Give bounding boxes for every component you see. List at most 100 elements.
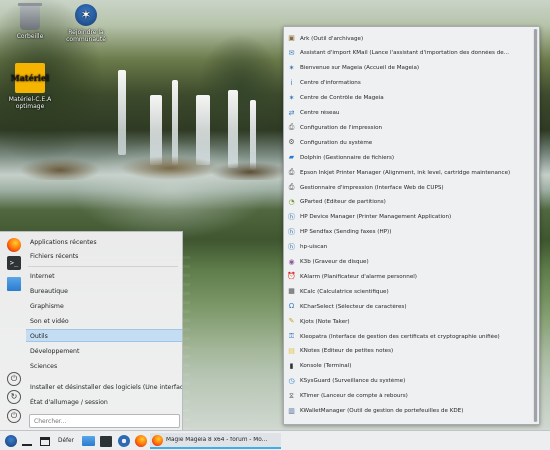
mageia-icon: ✶	[288, 63, 295, 72]
submenu-item-label: Bienvenue sur Mageia (Accueil de Mageia)	[300, 65, 420, 72]
submenu-item[interactable]: ✉ Assistant d'import KMail (Lance l'assis…	[284, 46, 532, 61]
submenu-item[interactable]: ⎙ Epson Inkjet Printer Manager (Alignment…	[284, 165, 532, 180]
timer-icon: ⧖	[289, 391, 294, 400]
show-desktop-icon	[22, 444, 32, 446]
submenu-item-label: Configuration de l'impression	[300, 124, 383, 131]
desktop-icon-label: Rejoindre la communauté	[66, 29, 106, 43]
terminal-icon[interactable]: >_	[7, 256, 21, 270]
submenu-item[interactable]: ⎙ Gestionnaire d'impression (Interface We…	[284, 180, 532, 195]
tool-icon: Matériel	[11, 63, 49, 93]
taskbar-settings-button[interactable]	[116, 434, 132, 448]
launcher-item-recent-apps[interactable]: Applications récentes	[30, 236, 182, 249]
submenu-item[interactable]: ⚿ Kleopatra (Interface de gestion des cer…	[284, 329, 532, 344]
submenu-item[interactable]: ✶ Centre de Contrôle de Mageia	[284, 91, 532, 106]
submenu-item[interactable]: ⓗ HP Sendfax (Sending faxes (HP))	[284, 225, 532, 240]
submenu-item-label: Kleopatra (Interface de gestion des cert…	[300, 333, 500, 340]
submenu-item-label: KWalletManager (Outil de gestion de port…	[300, 408, 464, 414]
submenu-item[interactable]: ◉ K3b (Graveur de disque)	[284, 255, 532, 270]
launcher-item-internet[interactable]: Internet	[30, 270, 182, 283]
firefox-icon	[135, 435, 147, 447]
pager-label[interactable]: Défer	[54, 434, 78, 448]
launcher-item-sciences[interactable]: Sciences	[30, 360, 182, 373]
calculator-icon: ▦	[288, 287, 295, 296]
cups-icon: ⎙	[288, 183, 295, 191]
submenu-item-label: Kjots (Note Taker)	[300, 318, 350, 325]
submenu-item-label: K3b (Graveur de disque)	[300, 259, 369, 265]
restart-icon[interactable]: ↻	[7, 390, 21, 404]
control-center-icon: ✶	[288, 93, 295, 102]
firefox-icon[interactable]	[7, 238, 21, 252]
folder-icon[interactable]	[7, 277, 21, 291]
submenu-item-label: Centre réseau	[300, 110, 340, 116]
submenu-item[interactable]: ▥ KWalletManager (Outil de gestion de por…	[284, 404, 532, 419]
tool-icon-text: Matériel	[10, 72, 50, 83]
gear-icon	[118, 435, 130, 447]
application-launcher: >_ ⏻ ↻ ⏻ Applications récentes Fichiers …	[0, 231, 183, 430]
launcher-item-install-software[interactable]: Installer et désinstaller des logiciels …	[30, 381, 182, 394]
logout-icon[interactable]: ⏻	[7, 372, 21, 386]
submenu-item[interactable]: ▣ Ark (Outil d'archivage)	[284, 31, 532, 46]
launcher-button[interactable]	[3, 434, 19, 448]
desktop-icon-community[interactable]: ✶ Rejoindre la communauté	[56, 4, 116, 43]
submenu-scrollbar-thumb[interactable]	[534, 29, 537, 422]
submenu-item-label: KTimer (Lanceur de compte à rebours)	[300, 393, 408, 400]
alarm-icon: ⏰	[287, 272, 296, 281]
submenu-item-label: Konsole (Terminal)	[300, 363, 352, 370]
dolphin-icon: ▰	[288, 153, 295, 162]
notes-icon: ✎	[288, 317, 295, 326]
submenu-item[interactable]: ▦ KCalc (Calculatrice scientifique)	[284, 284, 532, 299]
desktop-icon-trash[interactable]: Corbeille	[0, 3, 60, 40]
desktop-icon-label: Corbeille	[16, 33, 44, 40]
submenu-scrollbar[interactable]	[533, 29, 538, 422]
launcher-item-session[interactable]: État d'allumage / session	[30, 396, 182, 409]
submenu-item[interactable]: ⓗ HP Device Manager (Printer Management A…	[284, 210, 532, 225]
hp-icon: ⓗ	[288, 242, 295, 251]
submenu-item-label: Centre d'informations	[300, 80, 361, 87]
submenu-item[interactable]: ⇄ Centre réseau	[284, 106, 532, 121]
shutdown-icon[interactable]: ⏻	[7, 409, 21, 423]
launcher-item-recent-files[interactable]: Fichiers récents	[30, 250, 182, 263]
taskbar-konsole-button[interactable]	[98, 434, 114, 448]
submenu-item[interactable]: ◔ GParted (Éditeur de partitions)	[284, 195, 532, 210]
submenu-item[interactable]: ▮ Konsole (Terminal)	[284, 359, 532, 374]
submenu-item[interactable]: ▰ Dolphin (Gestionnaire de fichiers)	[284, 150, 532, 165]
launcher-item-graphics[interactable]: Graphisme	[30, 300, 182, 313]
submenu-item[interactable]: ▤ KNotes (Éditeur de petites notes)	[284, 344, 532, 359]
launcher-item-development[interactable]: Développement	[30, 345, 182, 358]
submenu-item[interactable]: ⏰ KAlarm (Planificateur d'alarme personne…	[284, 269, 532, 284]
info-icon: i	[290, 78, 293, 87]
submenu-item[interactable]: ✎ Kjots (Note Taker)	[284, 314, 532, 329]
mageia-menu-icon	[5, 435, 17, 447]
taskbar-firefox-button[interactable]	[133, 434, 149, 448]
launcher-item-sound-video[interactable]: Son et vidéo	[30, 315, 182, 328]
launcher-item-tools[interactable]: Outils	[26, 329, 182, 342]
submenu-item[interactable]: ✶ Bienvenue sur Mageia (Accueil de Mageia…	[284, 61, 532, 76]
desktop-icon-label: Matériel-C.E.A optimage	[8, 96, 52, 110]
network-icon: ⇄	[288, 108, 295, 117]
kleopatra-icon: ⚿	[288, 332, 295, 340]
submenu-item[interactable]: ⧖ KTimer (Lanceur de compte à rebours)	[284, 389, 532, 404]
firefox-icon	[152, 434, 163, 446]
submenu-item[interactable]: ⎙ Configuration de l'impression	[284, 120, 532, 135]
pager-button[interactable]	[38, 434, 52, 448]
submenu-item-label: HP Device Manager (Printer Management Ap…	[300, 214, 452, 221]
submenu-item-label: Epson Inkjet Printer Manager (Alignment,…	[300, 169, 511, 176]
submenu-item[interactable]: ⓗ hp-uiscan	[284, 240, 532, 255]
taskbar-dolphin-button[interactable]	[80, 434, 96, 448]
submenu-item[interactable]: Ω KCharSelect (Sélecteur de caractères)	[284, 299, 532, 314]
tools-submenu: ▣ Ark (Outil d'archivage) ✉ Assistant d'imp…	[283, 26, 540, 425]
submenu-item[interactable]: ◷ KSysGuard (Surveillance du système)	[284, 374, 532, 389]
show-desktop-button[interactable]	[21, 434, 33, 448]
kmail-icon: ✉	[288, 48, 295, 57]
launcher-item-office[interactable]: Bureautique	[30, 285, 182, 298]
hp-icon: ⓗ	[288, 227, 295, 236]
submenu-item[interactable]: ⚙ Configuration du système	[284, 135, 532, 150]
submenu-item-label: hp-uiscan	[300, 244, 328, 251]
submenu-item-label: KSysGuard (Surveillance du système)	[300, 378, 406, 385]
submenu-item[interactable]: i Centre d'informations	[284, 76, 532, 91]
desktop-icon-tool[interactable]: Matériel Matériel-C.E.A optimage	[0, 63, 60, 110]
taskbar-task-firefox-window[interactable]: Magie Mageia 8 x64 - forum - Mo...	[150, 433, 281, 449]
system-settings-icon: ⚙	[288, 138, 295, 147]
knotes-icon: ▤	[288, 346, 295, 355]
launcher-search-input[interactable]	[29, 414, 180, 428]
